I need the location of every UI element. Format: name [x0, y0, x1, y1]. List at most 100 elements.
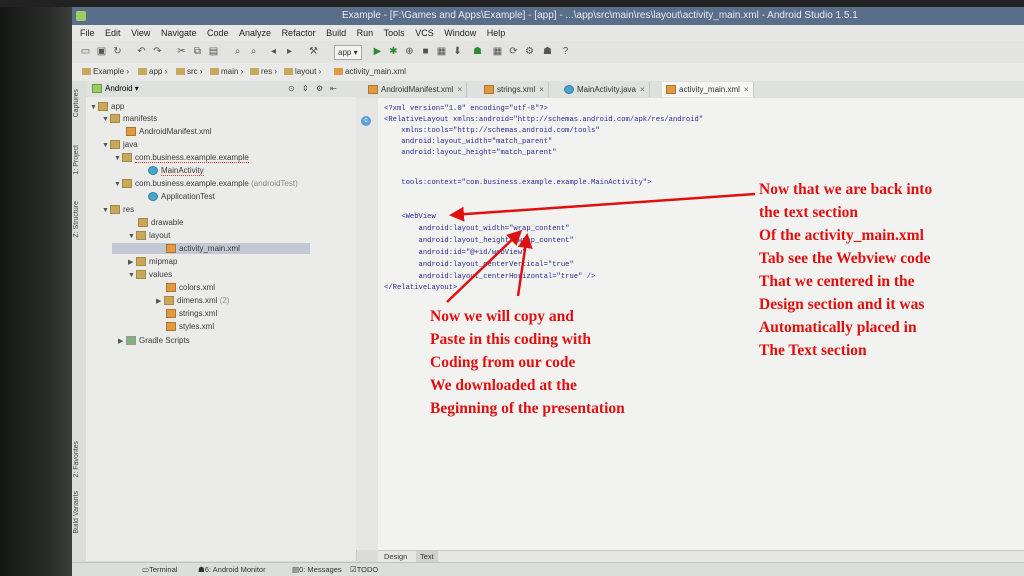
monitor-bezel	[0, 0, 72, 576]
close-icon[interactable]: ×	[539, 85, 544, 94]
menu-analyze[interactable]: Analyze	[239, 25, 271, 41]
chevron-right-icon: ▶	[118, 338, 124, 345]
favorites-tool-tab[interactable]: 2: Favorites	[73, 441, 80, 478]
hide-icon[interactable]: ⇤	[330, 81, 337, 97]
build-variants-tab[interactable]: Build Variants	[73, 491, 80, 534]
debug-icon[interactable]: ✱	[388, 46, 399, 57]
annotation-line: Design section and it was	[759, 296, 925, 313]
tree-item-package[interactable]: ▼ com.business.example.example	[114, 152, 249, 163]
android-icon[interactable]: ☗	[542, 46, 553, 57]
todo-tab[interactable]: ☑ TODO	[350, 563, 378, 576]
menu-bar: File Edit View Navigate Code Analyze Ref…	[72, 25, 1024, 42]
tree-item-package-test[interactable]: ▼ com.business.example.example (androidTe…	[114, 178, 298, 189]
project-tool-tab[interactable]: 1: Project	[73, 145, 80, 175]
android-device-monitor-icon[interactable]: ☗	[472, 46, 483, 57]
find-icon[interactable]: ⌕	[232, 46, 243, 57]
copy-icon[interactable]: ⧉	[192, 46, 203, 57]
paste-icon[interactable]: ▤	[208, 46, 219, 57]
tree-item-label: drawable	[151, 218, 184, 227]
messages-tab[interactable]: ▤ 0: Messages	[292, 563, 342, 576]
tab-mainactivity[interactable]: MainActivity.java ×	[560, 82, 650, 97]
tree-item-java[interactable]: ▼ java	[102, 139, 138, 150]
attach-debugger-icon[interactable]: ⊕	[404, 46, 415, 57]
help-icon[interactable]: ?	[560, 46, 571, 57]
menu-code[interactable]: Code	[207, 25, 229, 41]
menu-edit[interactable]: Edit	[105, 25, 121, 41]
menu-refactor[interactable]: Refactor	[282, 25, 316, 41]
sdk-manager-icon[interactable]: ⬇	[452, 46, 463, 57]
tab-strings[interactable]: strings.xml ×	[480, 82, 549, 97]
crumb-main[interactable]: main ›	[210, 63, 243, 81]
crumb-layout[interactable]: layout ›	[284, 63, 321, 81]
menu-file[interactable]: File	[80, 25, 95, 41]
project-structure-icon[interactable]: ▦	[492, 46, 503, 57]
open-folder-icon[interactable]: ▭	[80, 46, 91, 57]
tree-item-strings[interactable]: strings.xml	[166, 308, 217, 319]
tree-item-values[interactable]: ▼ values	[128, 269, 172, 280]
structure-tool-tab[interactable]: Z: Structure	[73, 201, 80, 238]
menu-help[interactable]: Help	[487, 25, 506, 41]
sync-gradle-icon[interactable]: ⟳	[508, 46, 519, 57]
crumb-activity-main[interactable]: activity_main.xml	[334, 63, 406, 81]
settings-icon[interactable]: ⚙	[524, 46, 535, 57]
tree-item-styles[interactable]: styles.xml	[166, 321, 214, 332]
tab-activity-main[interactable]: activity_main.xml ×	[662, 82, 754, 97]
tree-item-mainactivity[interactable]: MainActivity	[148, 165, 204, 176]
menu-vcs[interactable]: VCS	[415, 25, 434, 41]
undo-icon[interactable]: ↶	[136, 46, 147, 57]
menu-tools[interactable]: Tools	[384, 25, 405, 41]
tree-item-res[interactable]: ▼ res	[102, 204, 134, 215]
gear-icon[interactable]: ⚙	[316, 81, 323, 97]
tree-item-dimens[interactable]: ▶ dimens.xml (2)	[156, 295, 229, 306]
sync-icon[interactable]: ↻	[112, 46, 123, 57]
close-icon[interactable]: ×	[640, 85, 645, 94]
android-monitor-tab[interactable]: ☗ 6: Android Monitor	[198, 563, 266, 576]
annotation-line: Now we will copy and	[430, 308, 574, 325]
crumb-example[interactable]: Example ›	[82, 63, 129, 81]
sync-icon[interactable]: ⊙	[288, 81, 295, 97]
code-line: <RelativeLayout xmlns:android="http://sc…	[384, 116, 704, 124]
tree-item-drawable[interactable]: drawable	[138, 217, 183, 228]
crumb-src[interactable]: src ›	[176, 63, 203, 81]
menu-window[interactable]: Window	[444, 25, 476, 41]
forward-icon[interactable]: ▸	[284, 46, 295, 57]
tree-item-gradle-scripts[interactable]: ▶ Gradle Scripts	[118, 335, 190, 346]
tree-item-applicationtest[interactable]: ApplicationTest	[148, 191, 215, 202]
menu-navigate[interactable]: Navigate	[161, 25, 197, 41]
tab-android-manifest[interactable]: AndroidManifest.xml ×	[364, 82, 468, 97]
xml-file-icon	[368, 85, 378, 95]
menu-build[interactable]: Build	[326, 25, 346, 41]
captures-tab[interactable]: Captures	[73, 89, 80, 117]
back-icon[interactable]: ◂	[268, 46, 279, 57]
code-line: android:layout_centerVertical="true"	[384, 261, 574, 269]
tree-item-manifests[interactable]: ▼ manifests	[102, 113, 157, 124]
tree-item-app[interactable]: ▼ app	[90, 101, 124, 112]
make-project-icon[interactable]: ⚒	[308, 46, 319, 57]
project-panel-header: Android ▾ ⊙ ⇕ ⚙ ⇤	[86, 81, 356, 98]
cut-icon[interactable]: ✂	[176, 46, 187, 57]
terminal-tab[interactable]: ▭ Terminal	[142, 563, 177, 576]
menu-view[interactable]: View	[131, 25, 150, 41]
tree-item-label: com.business.example.example	[135, 179, 249, 188]
close-icon[interactable]: ×	[744, 85, 749, 94]
tree-item-activity-main[interactable]: activity_main.xml	[112, 243, 310, 254]
redo-icon[interactable]: ↷	[152, 46, 163, 57]
crumb-res[interactable]: res ›	[250, 63, 277, 81]
replace-icon[interactable]: ⌕	[248, 46, 259, 57]
collapse-icon[interactable]: ⇕	[302, 81, 309, 97]
close-icon[interactable]: ×	[457, 85, 462, 94]
menu-run[interactable]: Run	[357, 25, 374, 41]
tree-item-android-manifest[interactable]: AndroidManifest.xml	[126, 126, 211, 137]
stop-icon[interactable]: ■	[420, 46, 431, 57]
tree-item-mipmap[interactable]: ▶ mipmap	[128, 256, 177, 267]
save-icon[interactable]: ▣	[96, 46, 107, 57]
run-config-select[interactable]: app ▾	[334, 45, 362, 60]
crumb-app[interactable]: app ›	[138, 63, 167, 81]
layout-preview-icon[interactable]: c	[361, 116, 371, 126]
project-view-select[interactable]: Android ▾	[92, 81, 139, 97]
run-icon[interactable]: ▶	[372, 46, 383, 57]
folder-icon	[210, 68, 219, 76]
tree-item-layout[interactable]: ▼ layout	[128, 230, 170, 241]
tree-item-colors[interactable]: colors.xml	[166, 282, 215, 293]
avd-manager-icon[interactable]: ▦	[436, 46, 447, 57]
